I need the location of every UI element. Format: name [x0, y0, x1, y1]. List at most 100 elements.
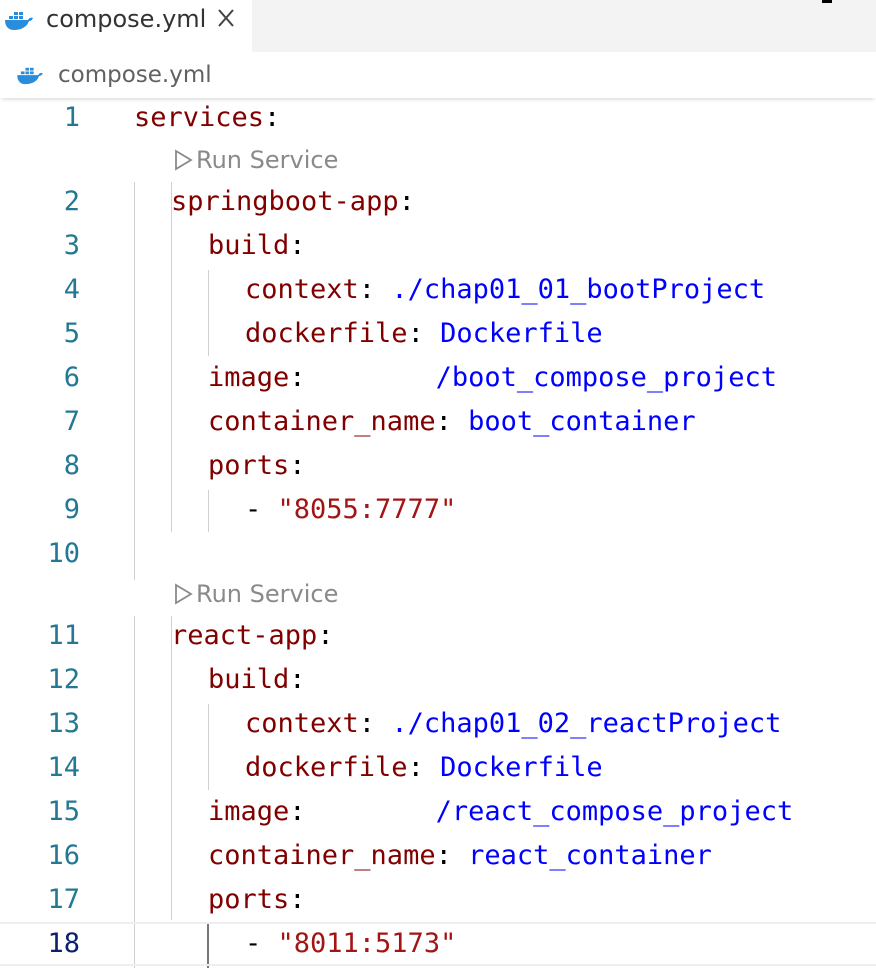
code-line[interactable]: 9 - "8055:7777"	[0, 490, 876, 534]
yaml-key: react-app	[171, 620, 318, 651]
code-line[interactable]: 1 services:	[0, 98, 876, 142]
code-line[interactable]: 17 ports:	[0, 880, 876, 924]
line-number: 7	[63, 406, 80, 437]
tab-title: compose.yml	[46, 5, 207, 33]
code-line[interactable]: 7 container_name: boot_container	[0, 402, 876, 446]
line-number: 8	[63, 450, 80, 481]
code-line[interactable]: 2 springboot-app:	[0, 182, 876, 226]
line-code: dockerfile: Dockerfile	[245, 752, 603, 783]
line-number: 17	[47, 884, 80, 915]
line-code: - "8011:5173"	[245, 928, 456, 959]
yaml-string: "8011:5173"	[277, 928, 457, 959]
yaml-key: image	[208, 362, 290, 393]
yaml-key: build	[208, 230, 290, 261]
yaml-key: container_name	[208, 406, 436, 437]
line-number: 2	[63, 186, 80, 217]
docker-icon	[17, 67, 43, 85]
yaml-separator: :	[317, 620, 334, 651]
yaml-value: Dockerfile	[440, 752, 603, 783]
window-edge-mark	[822, 0, 832, 3]
line-number: 5	[63, 318, 80, 349]
line-code: services:	[134, 102, 280, 133]
line-code: react-app:	[171, 620, 334, 651]
code-line[interactable]: 8 ports:	[0, 446, 876, 490]
yaml-separator: :	[358, 708, 392, 739]
yaml-key: context	[245, 274, 359, 305]
line-number: 14	[47, 752, 80, 783]
yaml-separator: :	[407, 752, 441, 783]
yaml-list-dash: -	[245, 494, 278, 525]
yaml-value: /react_compose_project	[435, 796, 794, 827]
breadcrumb-file[interactable]: compose.yml	[58, 62, 212, 88]
yaml-value: ./chap01_02_reactProject	[391, 708, 782, 739]
yaml-key: build	[208, 664, 290, 695]
yaml-separator: :	[398, 186, 415, 217]
yaml-separator: :	[289, 664, 306, 695]
line-number: 11	[47, 620, 80, 651]
code-line[interactable]: 16 container_name: react_container	[0, 836, 876, 880]
yaml-key: ports	[208, 884, 290, 915]
line-number: 6	[63, 362, 80, 393]
line-code: image: /react_compose_project	[208, 796, 793, 827]
yaml-separator: :	[435, 406, 469, 437]
code-line[interactable]: 10	[0, 534, 876, 578]
code-line[interactable]: 4 context: ./chap01_01_bootProject	[0, 270, 876, 314]
yaml-key: container_name	[208, 840, 436, 871]
codelens-label: Run Service	[196, 580, 339, 608]
line-number: 9	[63, 494, 80, 525]
line-code: dockerfile: Dockerfile	[245, 318, 603, 349]
yaml-key: dockerfile	[245, 752, 408, 783]
play-icon	[175, 149, 193, 171]
code-line[interactable]: 14 dockerfile: Dockerfile	[0, 748, 876, 792]
run-service-codelens[interactable]: Run Service	[172, 580, 338, 616]
yaml-key: ports	[208, 450, 290, 481]
code-line[interactable]: 6 image: /boot_compose_project	[0, 358, 876, 402]
code-line[interactable]: 5 dockerfile: Dockerfile	[0, 314, 876, 358]
line-number: 15	[47, 796, 80, 827]
line-number: 4	[63, 274, 80, 305]
yaml-value: /boot_compose_project	[435, 362, 777, 393]
line-number: 10	[47, 538, 80, 569]
line-code: springboot-app:	[171, 186, 415, 217]
code-line[interactable]: 12 build:	[0, 660, 876, 704]
editor-tab-compose[interactable]: compose.yml	[0, 0, 252, 52]
line-code: container_name: boot_container	[208, 406, 696, 437]
line-number: 3	[63, 230, 80, 261]
line-code: build:	[208, 664, 306, 695]
yaml-key: services	[134, 102, 265, 133]
line-code: build:	[208, 230, 306, 261]
yaml-value: Dockerfile	[440, 318, 603, 349]
tab-bar: compose.yml	[0, 0, 876, 52]
line-number: 16	[47, 840, 80, 871]
yaml-value: boot_container	[468, 406, 696, 437]
yaml-key: context	[245, 708, 359, 739]
line-code: ports:	[208, 884, 306, 915]
line-code: image: /boot_compose_project	[208, 362, 777, 393]
play-icon	[175, 583, 193, 605]
code-line[interactable]: 11 react-app:	[0, 616, 876, 660]
code-line[interactable]: 15 image: /react_compose_project	[0, 792, 876, 836]
code-line-current[interactable]: 18 - "8011:5173"	[0, 922, 876, 966]
yaml-separator: :	[289, 362, 436, 393]
line-number: 12	[47, 664, 80, 695]
yaml-separator: :	[289, 796, 436, 827]
yaml-key: image	[208, 796, 290, 827]
line-code: context: ./chap01_02_reactProject	[245, 708, 781, 739]
line-code: ports:	[208, 450, 306, 481]
close-icon[interactable]	[214, 6, 238, 30]
run-service-codelens[interactable]: Run Service	[172, 146, 338, 182]
yaml-separator: :	[289, 884, 306, 915]
yaml-separator: :	[289, 450, 306, 481]
docker-icon	[5, 12, 33, 30]
yaml-key: springboot-app	[171, 186, 399, 217]
yaml-separator: :	[407, 318, 441, 349]
code-line[interactable]: 13 context: ./chap01_02_reactProject	[0, 704, 876, 748]
yaml-separator: :	[435, 840, 469, 871]
line-number: 1	[63, 102, 80, 133]
codelens-label: Run Service	[196, 146, 339, 174]
line-code: container_name: react_container	[208, 840, 712, 871]
line-number: 18	[47, 928, 80, 959]
yaml-separator: :	[264, 102, 281, 133]
code-editor[interactable]: 1 services: Run Service 2 springboot-app…	[0, 98, 876, 968]
code-line[interactable]: 3 build:	[0, 226, 876, 270]
